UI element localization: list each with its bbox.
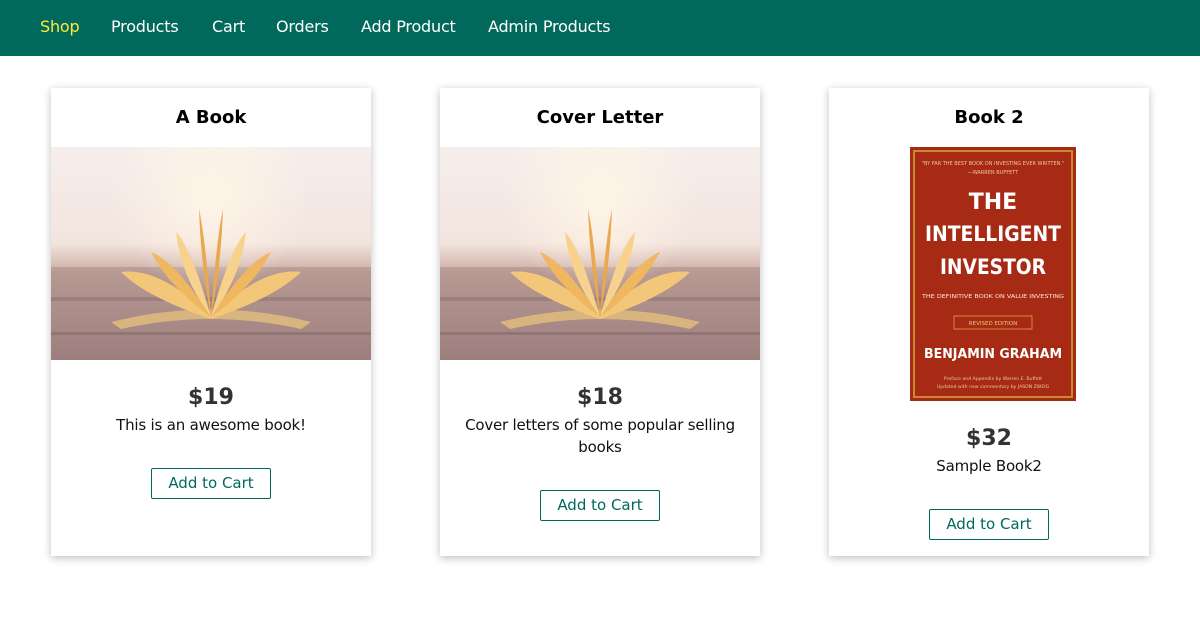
svg-text:—WARREN BUFFETT: —WARREN BUFFETT	[968, 170, 1019, 176]
svg-text:INVESTOR: INVESTOR	[940, 255, 1046, 279]
svg-text:REVISED EDITION: REVISED EDITION	[969, 321, 1017, 327]
svg-text:BENJAMIN GRAHAM: BENJAMIN GRAHAM	[924, 347, 1062, 362]
svg-text:Preface and Appendix by Warren: Preface and Appendix by Warren E. Buffet…	[944, 376, 1042, 382]
main-header: Shop Products Cart Orders Add Product Ad…	[0, 0, 1200, 56]
product-description: This is an awesome book!	[116, 416, 306, 434]
svg-text:"BY FAR THE BEST BOOK ON INVES: "BY FAR THE BEST BOOK ON INVESTING EVER …	[922, 161, 1065, 167]
book-cover-image: "BY FAR THE BEST BOOK ON INVESTING EVER …	[910, 147, 1076, 401]
product-card: Cover Letter $18 Cover letters of some p…	[440, 88, 760, 556]
product-price: $18	[577, 385, 623, 410]
add-to-cart-button[interactable]: Add to Cart	[540, 490, 660, 521]
nav-link-add-product[interactable]: Add Product	[361, 17, 456, 37]
product-price: $19	[188, 385, 234, 410]
nav-link-orders[interactable]: Orders	[276, 17, 329, 37]
nav-link-shop[interactable]: Shop	[40, 17, 80, 37]
product-description: Sample Book2	[936, 457, 1042, 475]
product-image	[51, 147, 371, 360]
product-card: A Book $19 This is an awesome book! Add …	[51, 88, 371, 556]
add-to-cart-button[interactable]: Add to Cart	[929, 509, 1049, 540]
product-description: Cover letters of some popular selling bo…	[465, 416, 735, 456]
product-price: $32	[966, 426, 1012, 451]
svg-text:Updated with new commentary by: Updated with new commentary by JASON ZWE…	[937, 384, 1050, 390]
product-title: Cover Letter	[536, 107, 664, 128]
add-to-cart-button[interactable]: Add to Cart	[151, 468, 271, 499]
product-card: Book 2 "BY FAR THE BEST BOOK ON INVESTIN…	[829, 88, 1149, 556]
nav-link-cart[interactable]: Cart	[212, 17, 245, 37]
svg-text:THE DEFINITIVE BOOK ON VALUE I: THE DEFINITIVE BOOK ON VALUE INVESTING	[921, 294, 1064, 300]
nav-link-admin-products[interactable]: Admin Products	[488, 17, 611, 37]
product-title: A Book	[175, 107, 247, 128]
product-image	[440, 147, 760, 360]
svg-text:THE: THE	[969, 190, 1017, 215]
svg-text:INTELLIGENT: INTELLIGENT	[925, 222, 1062, 246]
product-title: Book 2	[954, 107, 1024, 128]
nav-link-products[interactable]: Products	[111, 17, 179, 37]
